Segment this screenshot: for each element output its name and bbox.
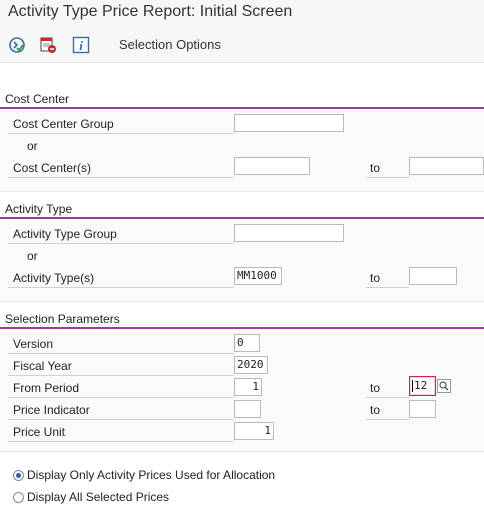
cost-center-group-label: Cost Center Group	[13, 117, 114, 131]
label-underline	[8, 287, 234, 288]
price-indicator-to-input[interactable]	[409, 400, 436, 418]
svg-text:i: i	[79, 38, 83, 53]
or-label: or	[27, 139, 38, 153]
period-to-label: to	[370, 381, 381, 395]
text-cursor	[412, 380, 413, 392]
fiscal-year-input[interactable]: 2020	[234, 356, 268, 374]
label-underline	[8, 397, 234, 398]
price-unit-label: Price Unit	[13, 425, 66, 439]
display-all-radio[interactable]	[13, 492, 24, 503]
activity-type-to-label: to	[370, 271, 381, 285]
activity-type-to-input[interactable]	[409, 267, 457, 285]
to-period-input[interactable]: 12	[409, 376, 436, 396]
cost-center-group-input[interactable]	[234, 114, 344, 132]
cost-center-from-input[interactable]	[234, 157, 310, 175]
toolbar: i Selection Options	[0, 28, 484, 63]
price-unit-input[interactable]: 1	[234, 422, 274, 440]
display-all-label[interactable]: Display All Selected Prices	[27, 490, 169, 504]
price-indicator-from-input[interactable]	[234, 400, 261, 418]
from-period-label: From Period	[13, 381, 80, 395]
price-indicator-to-label: to	[370, 403, 381, 417]
activity-type-group-label: Activity Type Group	[13, 227, 117, 241]
price-indicator-label: Price Indicator	[13, 403, 90, 417]
activity-type-group-input[interactable]	[234, 224, 344, 242]
to-period-value: 12	[414, 379, 428, 392]
version-label: Version	[13, 337, 54, 351]
section-title: Cost Center	[5, 92, 70, 106]
display-used-radio[interactable]	[13, 470, 24, 481]
label-underline	[8, 243, 234, 244]
label-underline	[8, 419, 234, 420]
label-underline	[8, 441, 234, 442]
execute-icon[interactable]	[8, 36, 26, 54]
delete-variant-icon[interactable]	[39, 36, 57, 54]
fiscal-year-label: Fiscal Year	[13, 359, 72, 373]
section-header-cost-center: Cost Center	[0, 91, 484, 109]
activity-types-label: Activity Type(s)	[13, 271, 95, 285]
label-underline	[366, 419, 409, 420]
page-title: Activity Type Price Report: Initial Scre…	[8, 3, 293, 20]
label-underline	[8, 353, 234, 354]
label-underline	[8, 375, 234, 376]
label-underline	[366, 397, 409, 398]
or-label: or	[27, 249, 38, 263]
title-bar: Activity Type Price Report: Initial Scre…	[0, 0, 484, 28]
cost-centers-label: Cost Center(s)	[13, 161, 92, 175]
value-help-icon[interactable]	[437, 379, 451, 393]
section-header-selection-parameters: Selection Parameters	[0, 311, 484, 329]
activity-type-from-input[interactable]: MM1000	[234, 267, 282, 285]
display-used-label[interactable]: Display Only Activity Prices Used for Al…	[27, 468, 275, 482]
label-underline	[8, 177, 234, 178]
from-period-input[interactable]: 1	[234, 378, 262, 396]
section-header-activity-type: Activity Type	[0, 201, 484, 219]
label-underline	[8, 133, 234, 134]
label-underline	[366, 177, 409, 178]
label-underline	[366, 287, 409, 288]
section-title: Activity Type	[5, 202, 73, 216]
selection-options-button[interactable]: Selection Options	[119, 37, 221, 52]
cost-center-to-label: to	[370, 161, 381, 175]
version-input[interactable]: 0	[234, 334, 260, 352]
info-icon[interactable]: i	[72, 36, 90, 54]
cost-center-to-input[interactable]	[409, 157, 484, 175]
section-title: Selection Parameters	[5, 312, 120, 326]
